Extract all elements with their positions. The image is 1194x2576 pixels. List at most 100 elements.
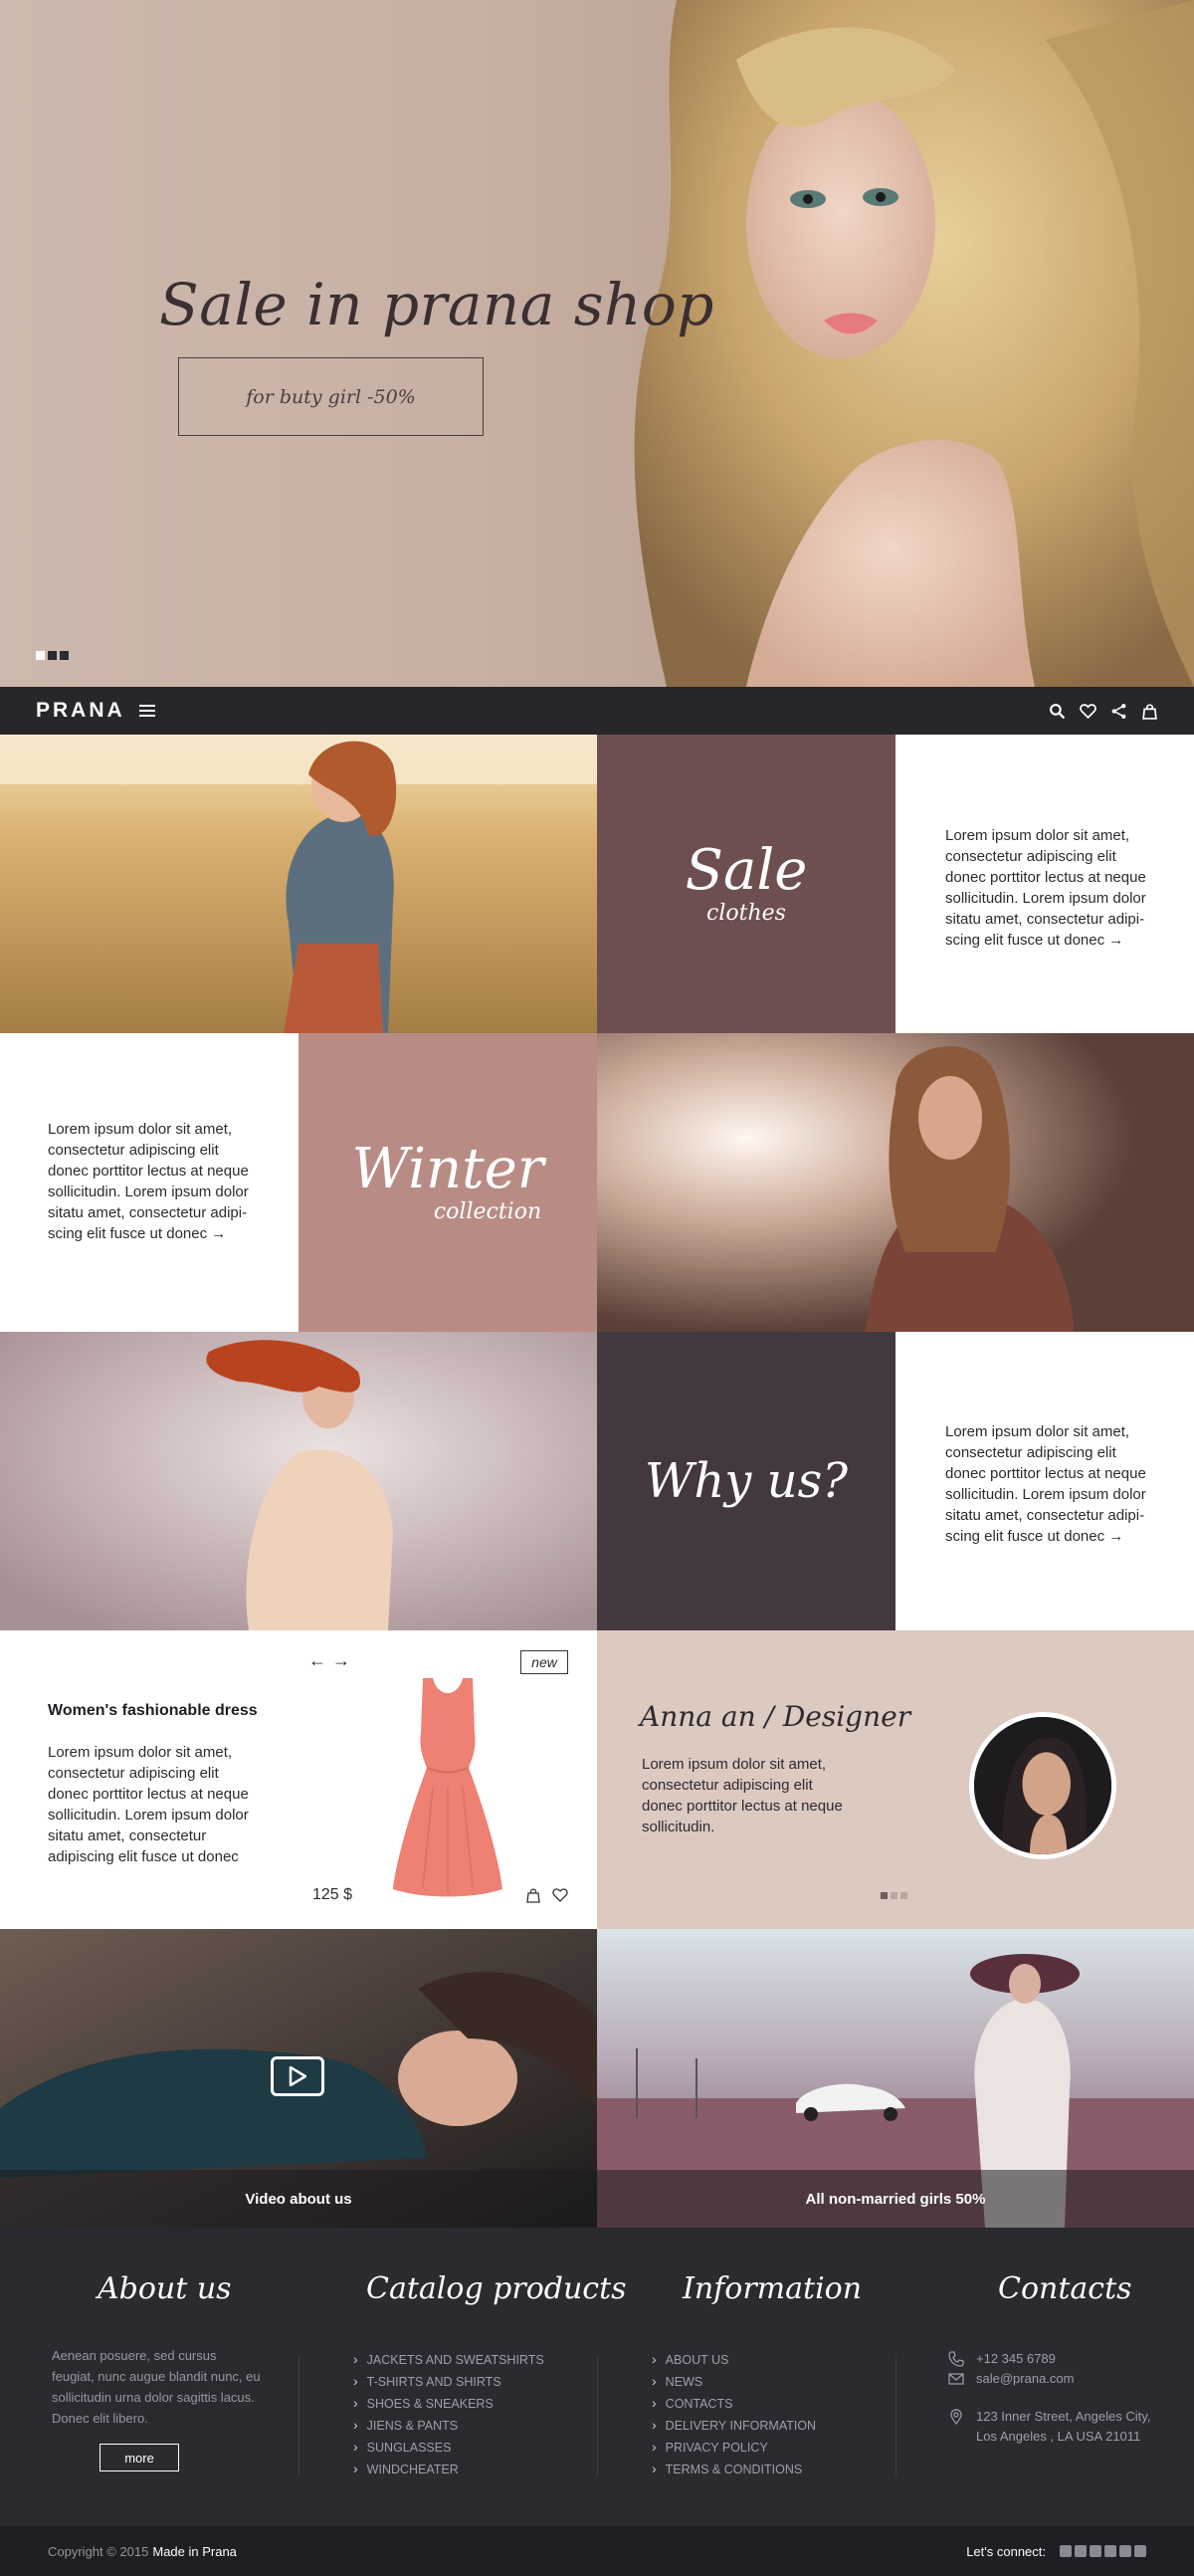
why-us-tile-text: Lorem ipsum dolor sit amet, consectetur … <box>945 1423 1146 1545</box>
info-link-terms[interactable]: TERMS & CONDITIONS <box>652 2459 816 2480</box>
bag-icon[interactable] <box>1141 703 1158 720</box>
promo-caption: All non-married girls 50% <box>597 2170 1194 2228</box>
catalog-link-sunglasses[interactable]: SUNGLASSES <box>353 2437 544 2459</box>
winter-tile-title: Winter <box>351 1136 544 1201</box>
nav-icon-group <box>1049 703 1158 720</box>
footer: About us Aenean posuere, sed cursus feug… <box>0 2228 1194 2526</box>
bottom-bar: Copyright © 2015 Made in Prana Let's con… <box>0 2526 1194 2576</box>
footer-more-button[interactable]: more <box>100 2444 179 2471</box>
share-icon[interactable] <box>1110 703 1127 720</box>
why-us-read-more-arrow[interactable]: → <box>1108 1528 1123 1545</box>
twitter-icon[interactable] <box>1075 2545 1087 2557</box>
footer-divider <box>298 2357 299 2476</box>
info-link-delivery[interactable]: DELIVERY INFORMATION <box>652 2415 816 2437</box>
promo-tile[interactable]: All non-married girls 50% <box>597 1929 1194 2228</box>
info-link-contacts[interactable]: CONTACTS <box>652 2393 816 2415</box>
product-description: Lorem ipsum dolor sit amet, consectetur … <box>48 1744 249 1865</box>
search-icon[interactable] <box>1049 703 1066 720</box>
cart-icon[interactable] <box>525 1887 541 1903</box>
designer-card: Anna an / Designer Lorem ipsum dolor sit… <box>597 1630 1194 1929</box>
designer-name: Anna an / Designer <box>640 1700 911 1733</box>
social-icon-group <box>1060 2545 1146 2557</box>
logo[interactable]: PRANA <box>36 699 125 723</box>
heart-icon[interactable] <box>1080 703 1096 720</box>
google-plus-icon[interactable] <box>1104 2545 1116 2557</box>
catalog-link-windcheater[interactable]: WINDCHEATER <box>353 2459 544 2480</box>
footer-contacts-heading: Contacts <box>998 2271 1132 2306</box>
catalog-link-shoes[interactable]: SHOES & SNEAKERS <box>353 2393 544 2415</box>
winter-read-more-arrow[interactable]: → <box>211 1225 226 1242</box>
product-card: Women's fashionable dress Lorem ipsum do… <box>0 1630 597 1929</box>
redhead-dress-photo <box>0 1332 597 1630</box>
product-title[interactable]: Women's fashionable dress <box>48 1702 258 1720</box>
designer-avatar <box>969 1712 1116 1859</box>
sale-tile-title: Sale <box>685 837 808 903</box>
hero-sale-button[interactable]: for buty girl -50% <box>178 357 484 436</box>
vimeo-icon[interactable] <box>1090 2545 1101 2557</box>
social-connect: Let's connect: <box>966 2544 1146 2559</box>
hero-title: Sale in prana shop <box>159 271 714 338</box>
product-prev-arrow[interactable]: ← <box>308 1650 326 1671</box>
footer-information-heading: Information <box>683 2271 863 2306</box>
catalog-link-jeans[interactable]: JIENS & PANTS <box>353 2415 544 2437</box>
catalog-link-tshirts[interactable]: T-SHIRTS AND SHIRTS <box>353 2371 544 2393</box>
info-link-privacy[interactable]: PRIVACY POLICY <box>652 2437 816 2459</box>
footer-catalog-heading: Catalog products <box>366 2271 627 2306</box>
why-us-tile-title: Why us? <box>645 1453 848 1509</box>
footer-information-list: ABOUT US NEWS CONTACTS DELIVERY INFORMAT… <box>652 2349 816 2480</box>
why-us-tile[interactable]: Why us? <box>597 1332 896 1630</box>
tumblr-icon[interactable] <box>1060 2545 1072 2557</box>
footer-catalog-list: JACKETS AND SWEATSHIRTS T-SHIRTS AND SHI… <box>353 2349 544 2480</box>
contact-phone[interactable]: +12 345 6789 <box>948 2349 1056 2369</box>
connect-label: Let's connect: <box>966 2543 1046 2559</box>
new-badge: new <box>520 1650 568 1674</box>
designer-dot-3[interactable] <box>900 1892 907 1899</box>
menu-icon[interactable] <box>138 705 155 717</box>
winter-tile[interactable]: Winter collection <box>298 1033 597 1332</box>
product-dress-image[interactable] <box>393 1678 502 1897</box>
designer-description: Lorem ipsum dolor sit amet, consectetur … <box>642 1756 843 1835</box>
footer-about-heading: About us <box>98 2271 232 2306</box>
product-price: 125 $ <box>312 1886 353 1903</box>
made-in-link[interactable]: Made in Prana <box>152 2544 237 2559</box>
hero-dot-3[interactable] <box>60 651 69 660</box>
wishlist-heart-icon[interactable] <box>551 1887 569 1903</box>
phone-icon <box>948 2351 964 2367</box>
info-link-about-us[interactable]: ABOUT US <box>652 2349 816 2371</box>
why-us-text-tile: Lorem ipsum dolor sit amet, consectetur … <box>896 1332 1194 1630</box>
sale-tile-text: Lorem ipsum dolor sit amet, consectetur … <box>945 827 1146 949</box>
designer-slider-dots <box>881 1892 907 1899</box>
hero-model-photo <box>634 0 1194 687</box>
contact-email[interactable]: sale@prana.com <box>948 2369 1074 2389</box>
designer-dot-1[interactable] <box>881 1892 888 1899</box>
sale-read-more-arrow[interactable]: → <box>1108 932 1123 949</box>
sale-text-tile: Lorem ipsum dolor sit amet, consectetur … <box>896 735 1194 1033</box>
location-pin-icon <box>950 2409 962 2425</box>
winter-tile-subtitle: collection <box>433 1198 542 1224</box>
info-link-news[interactable]: NEWS <box>652 2371 816 2393</box>
field-girl-photo <box>0 735 597 1033</box>
sale-tile[interactable]: Sale clothes <box>597 735 896 1033</box>
video-tile[interactable]: Video about us <box>0 1929 597 2228</box>
mail-icon <box>948 2373 964 2385</box>
product-next-arrow[interactable]: → <box>332 1650 350 1671</box>
designer-dot-2[interactable] <box>891 1892 897 1899</box>
hero-slider-dots <box>36 651 69 660</box>
hero-banner: Sale in prana shop for buty girl -50% <box>0 0 1194 687</box>
contact-address: 123 Inner Street, Angeles City, Los Ange… <box>948 2407 1150 2447</box>
winter-tile-text: Lorem ipsum dolor sit amet, consectetur … <box>48 1121 249 1242</box>
footer-divider <box>597 2357 598 2476</box>
product-slider-arrows: ← → <box>308 1650 350 1671</box>
content-grid: Sale clothes Lorem ipsum dolor sit amet,… <box>0 735 1194 2228</box>
play-video-icon[interactable] <box>271 2056 324 2096</box>
copyright-text: Copyright © 2015 <box>48 2543 149 2559</box>
video-caption: Video about us <box>0 2170 597 2228</box>
catalog-link-jackets[interactable]: JACKETS AND SWEATSHIRTS <box>353 2349 544 2371</box>
winter-text-tile: Lorem ipsum dolor sit amet, consectetur … <box>0 1033 298 1332</box>
camera-icon[interactable] <box>1134 2545 1146 2557</box>
linkedin-icon[interactable] <box>1119 2545 1131 2557</box>
hero-dot-1[interactable] <box>36 651 45 660</box>
footer-about-text: Aenean posuere, sed cursus feugiat, nunc… <box>52 2348 261 2426</box>
hero-dot-2[interactable] <box>48 651 57 660</box>
brunette-girl-photo <box>597 1033 1194 1332</box>
